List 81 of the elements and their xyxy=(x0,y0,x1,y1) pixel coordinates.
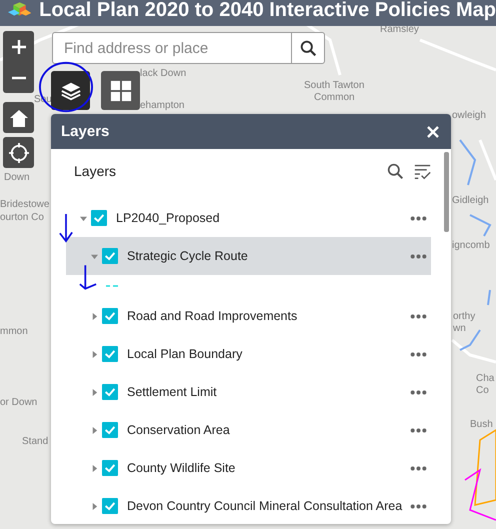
layer-name: Conservation Area xyxy=(127,423,231,437)
place-label: Co xyxy=(476,385,489,396)
close-icon xyxy=(427,126,439,138)
place-label: Bridestowe xyxy=(0,199,50,210)
hand-drawn-arrow xyxy=(59,212,73,244)
place-label: owleigh xyxy=(452,110,486,121)
grid-icon xyxy=(110,80,132,102)
home-icon xyxy=(8,108,28,128)
place-label: orthy xyxy=(453,311,476,322)
place-label: Bush xyxy=(470,419,493,430)
home-button[interactable] xyxy=(3,102,34,133)
caret-icon[interactable] xyxy=(91,252,98,260)
dashed-line-symbol-icon xyxy=(106,284,118,288)
locate-button[interactable] xyxy=(3,137,34,168)
layer-name: LP2040_Proposed xyxy=(116,211,221,225)
place-label: Down xyxy=(4,172,30,183)
place-label: mmon xyxy=(0,326,28,337)
more-options-icon[interactable] xyxy=(410,216,427,220)
caret-icon[interactable] xyxy=(91,388,98,396)
layer-checkbox[interactable] xyxy=(102,422,118,438)
more-options-icon[interactable] xyxy=(410,314,427,318)
place-label: ourton Co xyxy=(0,212,44,223)
place-label: Stand xyxy=(22,436,48,447)
more-options-icon[interactable] xyxy=(410,352,427,356)
place-label: Gidleigh xyxy=(452,195,489,206)
layer-name: Strategic Cycle Route xyxy=(127,249,249,263)
more-options-icon[interactable] xyxy=(410,466,427,470)
place-label: Common xyxy=(314,92,355,103)
caret-icon[interactable] xyxy=(91,502,98,510)
layer-row[interactable]: Local Plan Boundary xyxy=(66,335,431,373)
place-label: Cha xyxy=(476,373,494,384)
more-options-icon[interactable] xyxy=(410,254,427,258)
caret-icon[interactable] xyxy=(91,350,98,358)
widgets-button[interactable] xyxy=(101,71,140,110)
layer-row[interactable]: Road and Road Improvements xyxy=(66,297,431,335)
place-label: igncomb xyxy=(452,240,490,251)
place-label: ehampton xyxy=(140,100,184,111)
scrollbar[interactable] xyxy=(444,152,449,232)
layer-checkbox[interactable] xyxy=(102,346,118,362)
layer-row[interactable]: Strategic Cycle Route xyxy=(66,237,431,275)
layer-row[interactable]: LP2040_Proposed xyxy=(66,199,431,237)
layer-checkbox[interactable] xyxy=(102,308,118,324)
layers-button[interactable] xyxy=(51,71,90,110)
caret-icon[interactable] xyxy=(80,214,87,222)
app-title: Local Plan 2020 to 2040 Interactive Policies Map xyxy=(39,0,496,22)
caret-icon[interactable] xyxy=(91,426,98,434)
layer-name: County Wildlife Site xyxy=(127,461,236,475)
layer-row[interactable]: County Wildlife Site xyxy=(66,449,431,487)
search-icon[interactable] xyxy=(387,162,404,180)
layer-name: Settlement Limit xyxy=(127,385,218,399)
layer-checkbox[interactable] xyxy=(102,498,118,514)
layer-row[interactable]: Devon Country Council Mineral Consultation Area xyxy=(66,487,431,524)
search-button[interactable] xyxy=(291,32,325,64)
place-label: South Tawton xyxy=(304,80,364,91)
layer-checkbox[interactable] xyxy=(102,460,118,476)
filter-list-icon[interactable] xyxy=(414,162,431,180)
crosshair-icon xyxy=(8,142,28,162)
layer-name: Devon Country Council Mineral Consultation Area xyxy=(127,499,404,513)
more-options-icon[interactable] xyxy=(410,504,427,508)
layer-row[interactable]: Settlement Limit xyxy=(66,373,431,411)
layer-checkbox[interactable] xyxy=(102,384,118,400)
place-label: lack Down xyxy=(140,68,186,79)
layer-name: Road and Road Improvements xyxy=(127,309,298,323)
caret-icon[interactable] xyxy=(91,312,98,320)
more-options-icon[interactable] xyxy=(410,390,427,394)
layer-name: Local Plan Boundary xyxy=(127,347,244,361)
close-button[interactable] xyxy=(427,126,439,138)
search-field[interactable]: Find address or place xyxy=(52,32,292,64)
list-title: Layers xyxy=(74,163,118,179)
layer-checkbox[interactable] xyxy=(102,248,118,264)
layer-checkbox[interactable] xyxy=(91,210,107,226)
place-label: wn xyxy=(453,323,466,334)
layer-row[interactable]: Conservation Area xyxy=(66,411,431,449)
plus-icon xyxy=(12,40,26,54)
more-options-icon[interactable] xyxy=(410,428,427,432)
hand-drawn-arrow xyxy=(79,264,97,290)
place-label: or Down xyxy=(0,397,38,408)
caret-icon[interactable] xyxy=(91,464,98,472)
panel-title: Layers xyxy=(61,123,110,140)
cube-logo-icon xyxy=(8,1,32,17)
search-icon xyxy=(300,40,316,56)
